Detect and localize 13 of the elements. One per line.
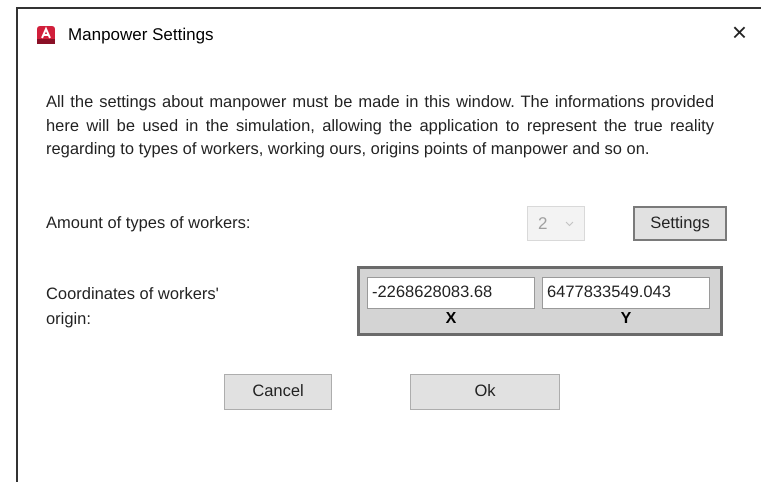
description-text: All the settings about manpower must be made in this window. The informations provided here will be used in the simulation, allowing the application to represent the true reality regarding to types of workers, working ours, origins points of manpower and so on. xyxy=(46,92,714,160)
chevron-down-icon xyxy=(565,220,574,226)
axis-caption: Y xyxy=(620,308,632,328)
coordinate-field[interactable]: -2268628083.68 xyxy=(367,276,535,308)
coordinate-field[interactable]: 6477833549.043 xyxy=(542,276,710,308)
app-logo-icon xyxy=(36,25,56,45)
ok-button[interactable]: Ok xyxy=(410,374,560,410)
close-button[interactable]: × xyxy=(726,19,753,45)
window-title: Manpower Settings xyxy=(68,24,214,46)
field-label: Coordinates of workers' origin: xyxy=(46,284,220,330)
cancel-button[interactable]: Cancel xyxy=(224,374,332,410)
field-label: Amount of types of workers: xyxy=(46,213,252,234)
axis-caption: X xyxy=(446,308,456,328)
